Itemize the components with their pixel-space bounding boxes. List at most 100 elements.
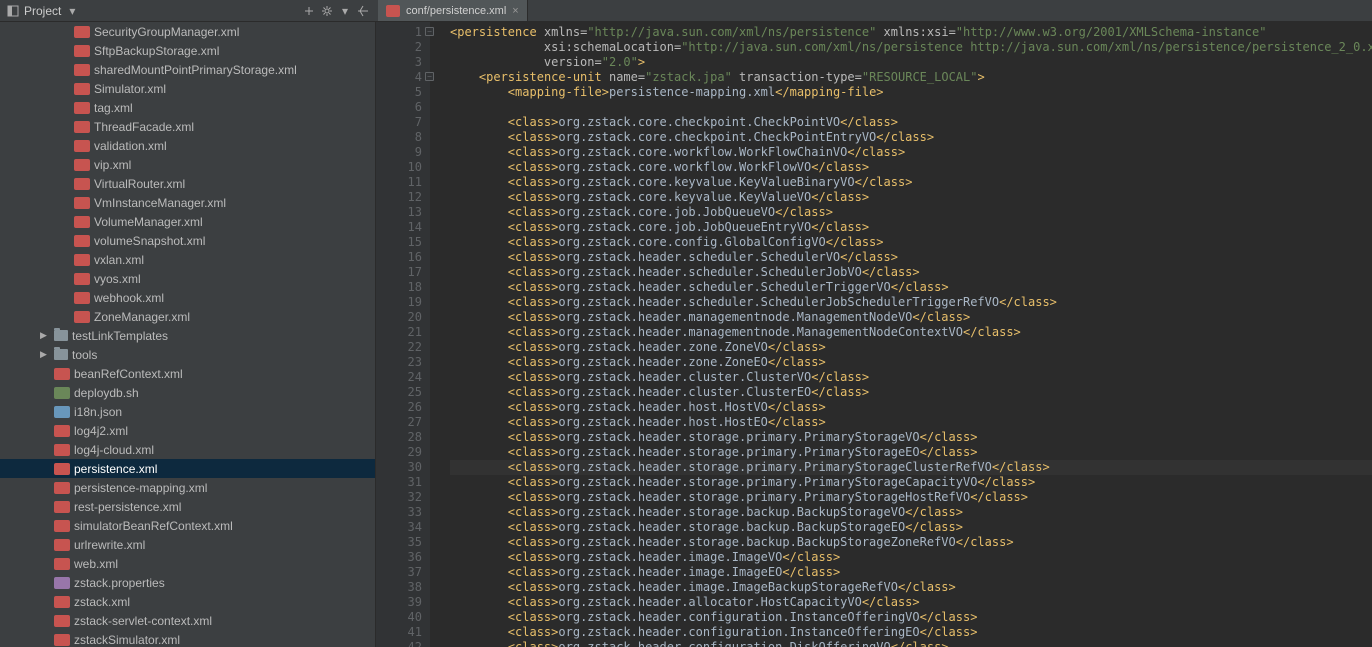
- tree-item[interactable]: ZoneManager.xml: [0, 307, 375, 326]
- tree-item[interactable]: sharedMountPointPrimaryStorage.xml: [0, 60, 375, 79]
- file-name: zstack.xml: [74, 595, 130, 609]
- tree-item[interactable]: Simulator.xml: [0, 79, 375, 98]
- tree-item[interactable]: ▶ tools: [0, 345, 375, 364]
- tree-item[interactable]: persistence-mapping.xml: [0, 478, 375, 497]
- file-name: simulatorBeanRefContext.xml: [74, 519, 233, 533]
- line-number: 36: [380, 550, 422, 565]
- gear-icon[interactable]: [320, 4, 334, 18]
- tree-item[interactable]: vxlan.xml: [0, 250, 375, 269]
- code-area[interactable]: <persistence xmlns="http://java.sun.com/…: [430, 22, 1372, 647]
- code-line: version="2.0">: [450, 55, 1372, 70]
- tree-item[interactable]: zstack.xml: [0, 592, 375, 611]
- tree-item[interactable]: vyos.xml: [0, 269, 375, 288]
- fold-icon[interactable]: −: [425, 27, 434, 36]
- code-line: <class>org.zstack.core.job.JobQueueEntry…: [450, 220, 1372, 235]
- code-line: <class>org.zstack.core.config.GlobalConf…: [450, 235, 1372, 250]
- line-number: 2: [380, 40, 422, 55]
- close-icon[interactable]: ×: [512, 5, 518, 17]
- tree-item[interactable]: simulatorBeanRefContext.xml: [0, 516, 375, 535]
- tree-item[interactable]: VolumeManager.xml: [0, 212, 375, 231]
- code-editor[interactable]: 1−234−5678910111213141516171819202122232…: [376, 22, 1372, 647]
- tree-item[interactable]: ThreadFacade.xml: [0, 117, 375, 136]
- code-line: <class>org.zstack.core.keyvalue.KeyValue…: [450, 175, 1372, 190]
- line-number: 12: [380, 190, 422, 205]
- xml-file-icon: [74, 178, 90, 190]
- code-line: <class>org.zstack.header.storage.primary…: [450, 490, 1372, 505]
- file-name: Simulator.xml: [94, 82, 166, 96]
- tree-item[interactable]: beanRefContext.xml: [0, 364, 375, 383]
- line-number: 41: [380, 625, 422, 640]
- project-tree[interactable]: SecurityGroupManager.xmlSftpBackupStorag…: [0, 22, 376, 647]
- file-name: tools: [72, 348, 97, 362]
- hide-icon[interactable]: [356, 4, 370, 18]
- code-line: <class>org.zstack.core.workflow.WorkFlow…: [450, 160, 1372, 175]
- line-number: 10: [380, 160, 422, 175]
- project-icon: [6, 4, 20, 18]
- tab-persistence-xml[interactable]: conf/persistence.xml ×: [378, 0, 528, 21]
- expand-icon[interactable]: ▶: [40, 349, 50, 360]
- project-tool-header: Project ▾ ▾: [0, 0, 376, 21]
- tree-item[interactable]: persistence.xml: [0, 459, 375, 478]
- tree-item[interactable]: zstack.properties: [0, 573, 375, 592]
- tree-item[interactable]: vip.xml: [0, 155, 375, 174]
- line-number: 24: [380, 370, 422, 385]
- tree-item[interactable]: ▶testLinkTemplates: [0, 326, 375, 345]
- expand-icon[interactable]: ▶: [40, 330, 50, 341]
- file-name: urlrewrite.xml: [74, 538, 145, 552]
- tree-item[interactable]: deploydb.sh: [0, 383, 375, 402]
- xml-file-icon: [74, 64, 90, 76]
- tree-item[interactable]: i18n.json: [0, 402, 375, 421]
- tab-label: conf/persistence.xml: [406, 5, 506, 17]
- dropdown2-icon[interactable]: ▾: [338, 4, 352, 18]
- file-name: web.xml: [74, 557, 118, 571]
- xml-file-icon: [74, 311, 90, 323]
- file-name: deploydb.sh: [74, 386, 139, 400]
- tree-item[interactable]: webhook.xml: [0, 288, 375, 307]
- tree-item[interactable]: validation.xml: [0, 136, 375, 155]
- tree-item[interactable]: zstack-servlet-context.xml: [0, 611, 375, 630]
- line-number: 27: [380, 415, 422, 430]
- line-number: 21: [380, 325, 422, 340]
- tree-item[interactable]: VirtualRouter.xml: [0, 174, 375, 193]
- line-number: 9: [380, 145, 422, 160]
- line-number: 42: [380, 640, 422, 647]
- file-name: volumeSnapshot.xml: [94, 234, 205, 248]
- collapse-icon[interactable]: [302, 4, 316, 18]
- tree-item[interactable]: volumeSnapshot.xml: [0, 231, 375, 250]
- line-number: 31: [380, 475, 422, 490]
- code-line: <class>org.zstack.header.zone.ZoneVO</cl…: [450, 340, 1372, 355]
- tree-item[interactable]: rest-persistence.xml: [0, 497, 375, 516]
- tree-item[interactable]: tag.xml: [0, 98, 375, 117]
- tree-item[interactable]: SecurityGroupManager.xml: [0, 22, 375, 41]
- file-name: ZoneManager.xml: [94, 310, 190, 324]
- dropdown-icon[interactable]: ▾: [65, 4, 79, 18]
- xml-file-icon: [54, 634, 70, 646]
- xml-file-icon: [74, 83, 90, 95]
- tree-item[interactable]: VmInstanceManager.xml: [0, 193, 375, 212]
- tree-item[interactable]: log4j2.xml: [0, 421, 375, 440]
- line-number: 37: [380, 565, 422, 580]
- tree-item[interactable]: web.xml: [0, 554, 375, 573]
- file-name: sharedMountPointPrimaryStorage.xml: [94, 63, 297, 77]
- tree-item[interactable]: zstackSimulator.xml: [0, 630, 375, 647]
- file-name: beanRefContext.xml: [74, 367, 183, 381]
- fold-icon[interactable]: −: [425, 72, 434, 81]
- code-line: <mapping-file>persistence-mapping.xml</m…: [450, 85, 1372, 100]
- xml-file-icon: [74, 26, 90, 38]
- xml-file-icon: [54, 463, 70, 475]
- xml-file-icon: [54, 501, 70, 513]
- line-number: 1−: [380, 25, 422, 40]
- code-line: <persistence xmlns="http://java.sun.com/…: [450, 25, 1372, 40]
- code-line: <class>org.zstack.header.storage.backup.…: [450, 535, 1372, 550]
- line-number: 4−: [380, 70, 422, 85]
- line-number: 8: [380, 130, 422, 145]
- line-number: 7: [380, 115, 422, 130]
- line-number: 39: [380, 595, 422, 610]
- file-name: persistence.xml: [74, 462, 157, 476]
- xml-file-icon: [54, 558, 70, 570]
- code-line: <class>org.zstack.header.storage.primary…: [450, 475, 1372, 490]
- tree-item[interactable]: SftpBackupStorage.xml: [0, 41, 375, 60]
- tree-item[interactable]: log4j-cloud.xml: [0, 440, 375, 459]
- line-number: 19: [380, 295, 422, 310]
- tree-item[interactable]: urlrewrite.xml: [0, 535, 375, 554]
